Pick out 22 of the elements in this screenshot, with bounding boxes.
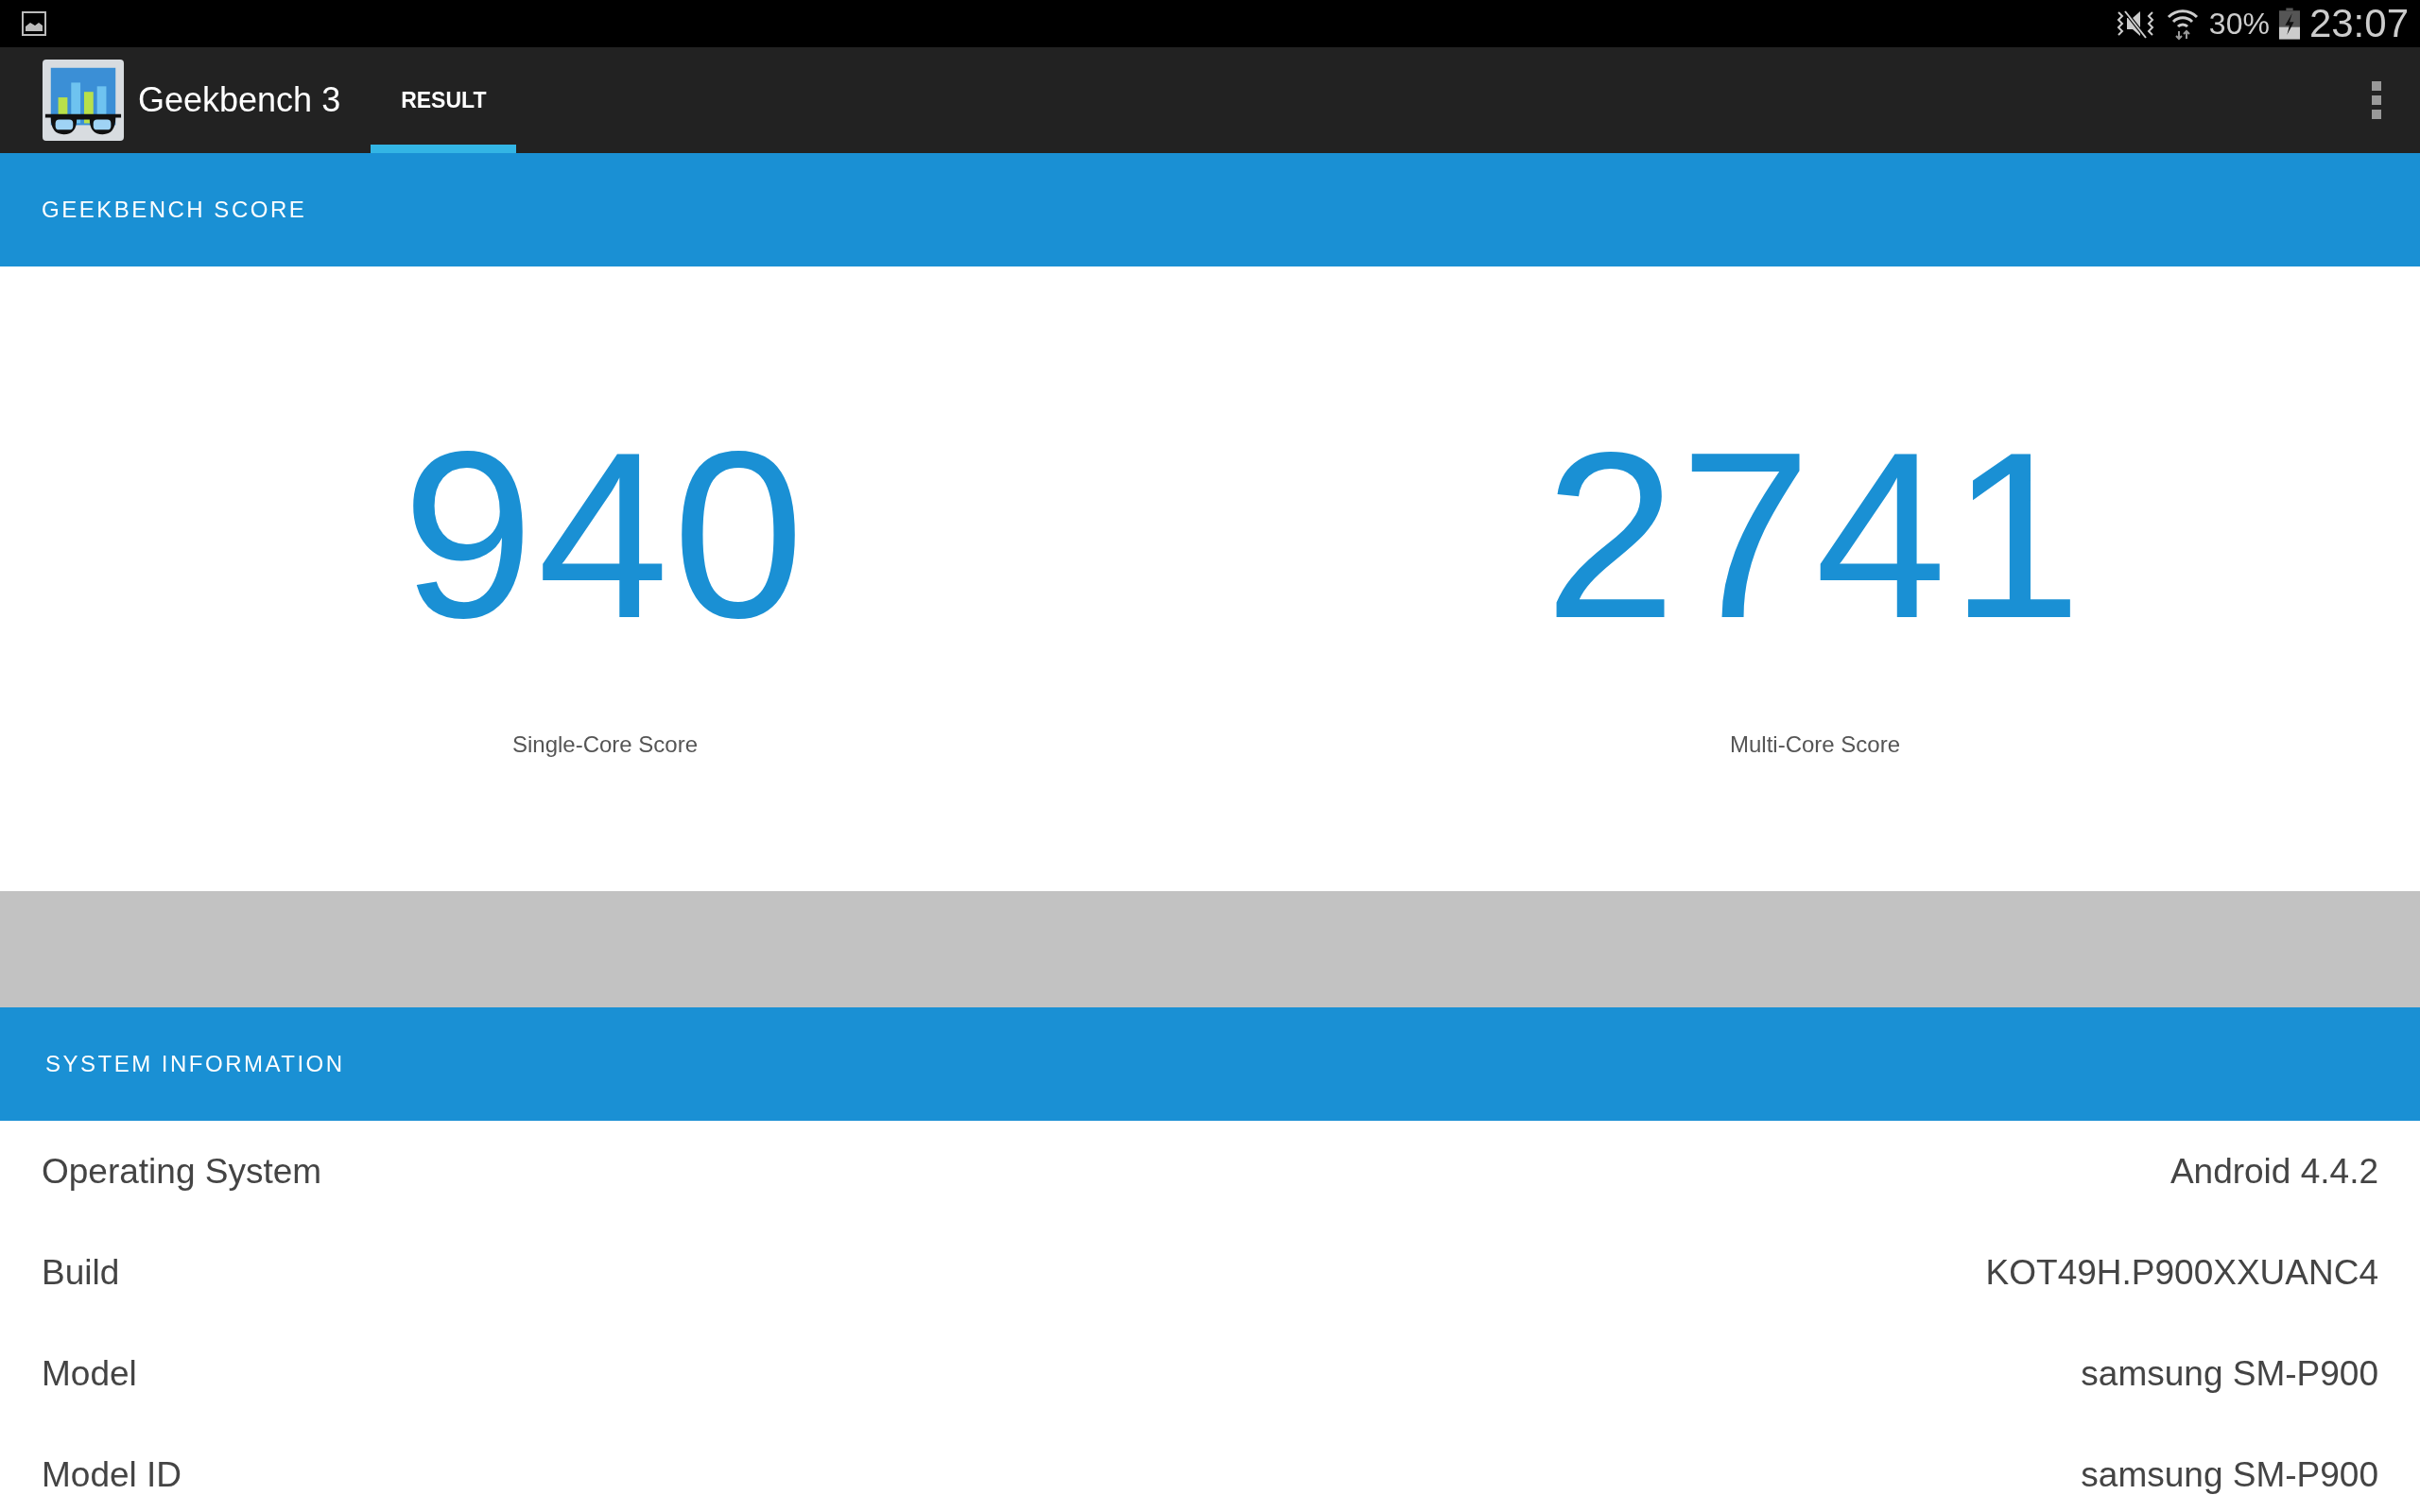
score-value: 2741 xyxy=(1544,418,2086,654)
app-title: Geekbench 3 xyxy=(138,80,341,120)
image-notification-icon xyxy=(21,10,47,37)
overflow-menu-icon[interactable] xyxy=(2371,81,2382,119)
info-value: KOT49H.P900XXUANC4 xyxy=(1985,1252,2378,1293)
app-icon xyxy=(42,59,125,142)
info-label: Model xyxy=(42,1353,137,1394)
score-label: Multi-Core Score xyxy=(1729,731,1900,758)
score-label: Single-Core Score xyxy=(511,731,699,758)
section-title: SYSTEM INFORMATION xyxy=(45,1051,345,1077)
info-value: samsung SM-P900 xyxy=(2081,1454,2378,1495)
battery-percent: 30% xyxy=(2208,6,2270,42)
wifi-icon xyxy=(2165,7,2200,41)
info-label: Operating System xyxy=(42,1151,322,1192)
score-value: 940 xyxy=(402,418,808,654)
section-title: GEEKBENCH SCORE xyxy=(42,197,307,223)
info-label: Model ID xyxy=(42,1454,182,1495)
battery-charging-icon xyxy=(2278,8,2300,40)
info-label: Build xyxy=(42,1252,120,1293)
info-value: Android 4.4.2 xyxy=(2169,1151,2378,1192)
clock: 23:07 xyxy=(2308,1,2409,46)
info-value: samsung SM-P900 xyxy=(2081,1353,2378,1394)
